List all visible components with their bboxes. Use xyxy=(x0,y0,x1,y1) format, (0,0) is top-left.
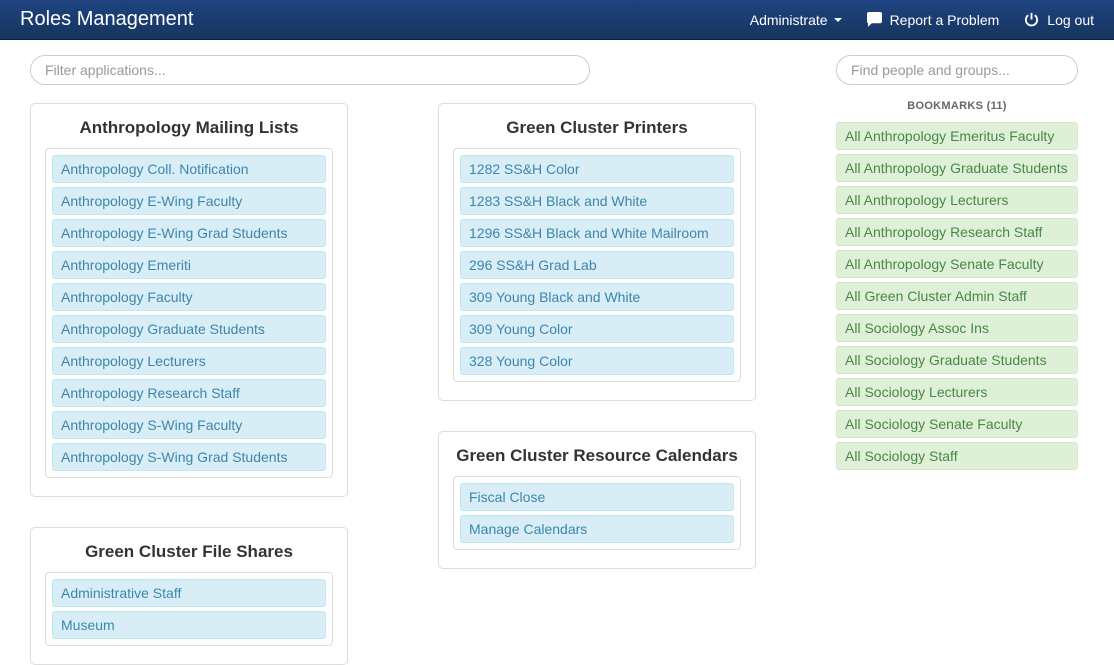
role-list: 1282 SS&H Color 1283 SS&H Black and Whit… xyxy=(453,148,741,382)
bookmarks-list: All Anthropology Emeritus Faculty All An… xyxy=(836,122,1078,470)
logout-link[interactable]: Log out xyxy=(1024,12,1094,28)
bookmark-item[interactable]: All Anthropology Research Staff xyxy=(836,218,1078,246)
bookmark-item[interactable]: All Sociology Graduate Students xyxy=(836,346,1078,374)
bookmark-item[interactable]: All Anthropology Graduate Students xyxy=(836,154,1078,182)
bookmarks-header: BOOKMARKS (11) xyxy=(836,100,1078,112)
role-item[interactable]: 1282 SS&H Color xyxy=(460,155,734,183)
role-item[interactable]: Anthropology E-Wing Faculty xyxy=(52,187,326,215)
card-green-cluster-file-shares: Green Cluster File Shares Administrative… xyxy=(30,527,348,665)
bookmark-item[interactable]: All Anthropology Lecturers xyxy=(836,186,1078,214)
role-item[interactable]: Anthropology E-Wing Grad Students xyxy=(52,219,326,247)
bookmark-item[interactable]: All Anthropology Emeritus Faculty xyxy=(836,122,1078,150)
bookmark-item[interactable]: All Sociology Senate Faculty xyxy=(836,410,1078,438)
card-green-cluster-resource-calendars: Green Cluster Resource Calendars Fiscal … xyxy=(438,431,756,569)
bookmark-item[interactable]: All Anthropology Senate Faculty xyxy=(836,250,1078,278)
chevron-down-icon xyxy=(834,18,842,22)
role-item[interactable]: 309 Young Black and White xyxy=(460,283,734,311)
role-item[interactable]: Anthropology Lecturers xyxy=(52,347,326,375)
role-item[interactable]: Anthropology S-Wing Grad Students xyxy=(52,443,326,471)
sidebar: BOOKMARKS (11) All Anthropology Emeritus… xyxy=(826,40,1088,665)
role-item[interactable]: Anthropology Graduate Students xyxy=(52,315,326,343)
role-item[interactable]: 296 SS&H Grad Lab xyxy=(460,251,734,279)
role-item[interactable]: 328 Young Color xyxy=(460,347,734,375)
speech-bubble-icon xyxy=(867,12,882,27)
role-item[interactable]: Administrative Staff xyxy=(52,579,326,607)
role-item[interactable]: Museum xyxy=(52,611,326,639)
role-item[interactable]: 309 Young Color xyxy=(460,315,734,343)
app-title[interactable]: Roles Management xyxy=(20,8,193,31)
role-item[interactable]: Anthropology Faculty xyxy=(52,283,326,311)
role-list: Anthropology Coll. Notification Anthropo… xyxy=(45,148,333,478)
card-title: Anthropology Mailing Lists xyxy=(45,118,333,138)
report-label: Report a Problem xyxy=(890,12,1000,28)
role-item[interactable]: Anthropology Emeriti xyxy=(52,251,326,279)
administrate-menu[interactable]: Administrate xyxy=(750,12,842,28)
bookmark-item[interactable]: All Sociology Lecturers xyxy=(836,378,1078,406)
bookmark-item[interactable]: All Sociology Staff xyxy=(836,442,1078,470)
role-item[interactable]: 1283 SS&H Black and White xyxy=(460,187,734,215)
logout-label: Log out xyxy=(1047,12,1094,28)
report-problem-link[interactable]: Report a Problem xyxy=(867,12,1000,28)
role-item[interactable]: 1296 SS&H Black and White Mailroom xyxy=(460,219,734,247)
role-item[interactable]: Anthropology Coll. Notification xyxy=(52,155,326,183)
card-title: Green Cluster Resource Calendars xyxy=(453,446,741,466)
role-list: Fiscal Close Manage Calendars xyxy=(453,476,741,550)
role-item[interactable]: Manage Calendars xyxy=(460,515,734,543)
find-people-input[interactable] xyxy=(836,55,1078,85)
navbar: Roles Management Administrate Report a P… xyxy=(0,0,1114,40)
power-icon xyxy=(1024,12,1039,27)
card-anthropology-mailing-lists: Anthropology Mailing Lists Anthropology … xyxy=(30,103,348,497)
administrate-label: Administrate xyxy=(750,12,828,28)
card-title: Green Cluster Printers xyxy=(453,118,741,138)
card-green-cluster-printers: Green Cluster Printers 1282 SS&H Color 1… xyxy=(438,103,756,401)
filter-applications-input[interactable] xyxy=(30,55,590,85)
role-item[interactable]: Anthropology Research Staff xyxy=(52,379,326,407)
bookmark-item[interactable]: All Sociology Assoc Ins xyxy=(836,314,1078,342)
main-content: Anthropology Mailing Lists Anthropology … xyxy=(0,40,826,665)
role-list: Administrative Staff Museum xyxy=(45,572,333,646)
card-title: Green Cluster File Shares xyxy=(45,542,333,562)
role-item[interactable]: Anthropology S-Wing Faculty xyxy=(52,411,326,439)
role-item[interactable]: Fiscal Close xyxy=(460,483,734,511)
bookmark-item[interactable]: All Green Cluster Admin Staff xyxy=(836,282,1078,310)
